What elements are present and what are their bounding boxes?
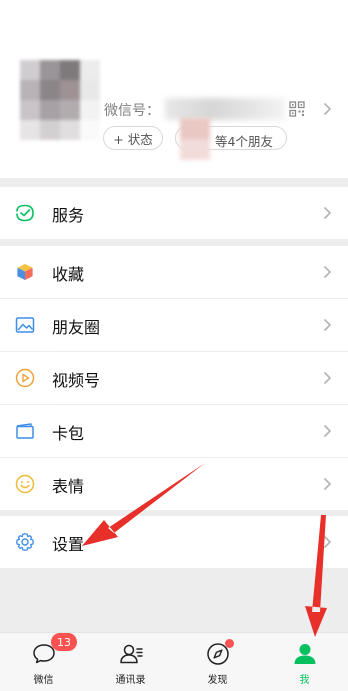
services-label: 服务 (52, 206, 85, 225)
stickers-label: 表情 (52, 477, 85, 496)
channels-label: 视频号 (52, 371, 101, 390)
avatar[interactable] (20, 60, 100, 140)
tab-contacts-label: 通讯录 (115, 675, 146, 686)
tab-discover-label: 发现 (207, 675, 228, 686)
chevron-right-icon (323, 206, 332, 220)
settings-label: 设置 (52, 535, 85, 554)
tab-me[interactable]: 我 (261, 633, 348, 691)
favorites-label: 收藏 (52, 265, 85, 284)
smiley-icon (15, 474, 35, 494)
moments-picture-icon (15, 317, 35, 333)
cards-label: 卡包 (52, 424, 85, 443)
wechat-id-label: 微信号： (104, 103, 160, 119)
tab-contacts[interactable]: 通讯录 (87, 633, 174, 691)
services-icon (16, 204, 34, 222)
tab-discover[interactable]: 发现 (174, 633, 261, 691)
menu-item-channels[interactable]: 视频号 (0, 352, 348, 404)
wechat-id-value-blurred (165, 98, 285, 120)
chevron-right-icon (323, 535, 332, 549)
moments-label: 朋友圈 (52, 318, 101, 337)
tab-chats[interactable]: 微信 13 (0, 633, 87, 691)
chevron-right-icon (323, 371, 332, 385)
add-status-button[interactable]: + 状态 (103, 126, 163, 150)
menu-item-stickers[interactable]: 表情 (0, 458, 348, 510)
channels-play-icon (15, 368, 35, 388)
menu-item-moments[interactable]: 朋友圈 (0, 299, 348, 351)
chevron-right-icon (323, 424, 332, 438)
tab-me-label: 我 (299, 675, 310, 686)
contacts-icon (120, 644, 143, 664)
favorites-cube-icon (16, 263, 34, 281)
chevron-right-icon (323, 102, 332, 116)
gear-icon (16, 533, 34, 551)
tab-chats-label: 微信 (33, 675, 54, 686)
person-icon (294, 644, 316, 664)
menu-item-favorites[interactable]: 收藏 (0, 246, 348, 298)
friends-status-text: 等4个朋友 (215, 134, 273, 149)
menu-item-cards[interactable]: 卡包 (0, 405, 348, 457)
qr-code-icon[interactable] (289, 101, 305, 117)
discover-notification-dot (225, 639, 234, 648)
card-wallet-icon (16, 423, 34, 439)
friend-avatar-blurred (180, 118, 210, 160)
profile-header[interactable]: 微信号： + 状态 等4个朋友 (0, 0, 348, 178)
chevron-right-icon (323, 477, 332, 491)
chevron-right-icon (323, 265, 332, 279)
menu-item-services[interactable]: 服务 (0, 187, 348, 239)
unread-badge: 13 (51, 633, 77, 651)
bottom-tab-bar: 微信 13 通讯录 发现 我 (0, 632, 348, 691)
menu-item-settings[interactable]: 设置 (0, 516, 348, 568)
chevron-right-icon (323, 318, 332, 332)
